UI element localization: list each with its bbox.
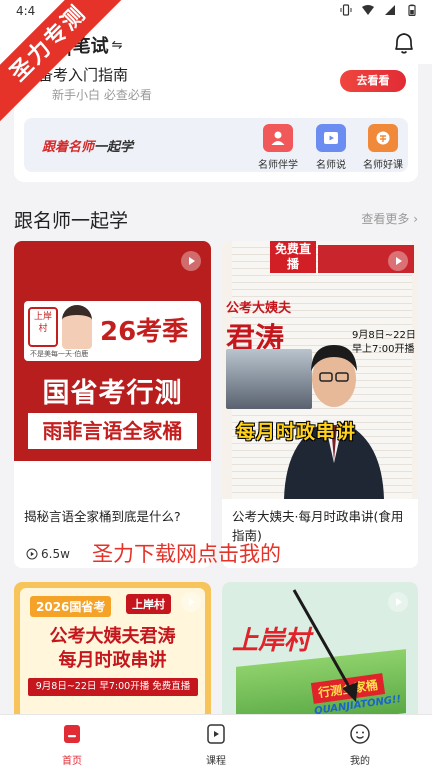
video-card[interactable]: 2026国省考 上岸村 公考大姨夫君涛 每月时政串讲 9月8日~22日 早7:0… [14,582,211,722]
battery-icon [408,4,416,16]
nav-mine[interactable]: 我的 [330,723,390,767]
nav-course[interactable]: 课程 [186,723,246,767]
nav-home[interactable]: 首页 [42,723,102,767]
thumb-line-1: 公考大姨夫君涛 [49,626,176,647]
course-icon [368,124,398,152]
teacher-photo [284,345,384,499]
person-icon [263,124,293,152]
course-book-icon [207,724,225,744]
thumb-main-title: 国省考行测 [42,378,183,409]
teacher-companion-entry[interactable]: 名师伴学 [250,124,306,171]
play-icon [181,251,201,271]
video-title: 揭秘言语全家桶到底是什么? [24,509,181,524]
view-count-value: 6.5w [41,547,70,561]
nav-course-label: 课程 [206,756,226,767]
video-thumbnail: 免费直播 公考大姨夫 君涛 9月8日~22日 早上7:00开播 每月时政串讲 [222,241,418,499]
play-icon [388,251,408,271]
go-look-button[interactable]: 去看看 [340,70,406,92]
wifi-icon [362,5,374,15]
view-count: 6.5w [26,547,70,561]
thumb-banner: 每月时政串讲 [236,421,357,443]
thumb-slogan: 不是美每一天·伯鹿 [30,350,89,358]
watermark-overlay-text: 圣力下载网点击我的 [92,542,281,566]
thumb-schedule: 9月8日~22日 早7:00开播 免费直播 [28,678,198,696]
video-card[interactable]: 上岸村 26考季 不是美每一天·伯鹿 国省考行测 雨菲言语全家桶 揭秘言语全家桶… [14,241,211,568]
play-icon [181,592,201,612]
watermark-arrow-icon [292,589,358,702]
teacher-course-entry[interactable]: 名师好课 [355,124,411,171]
profile-face-icon [350,724,370,744]
section-title: 跟名师一起学 [14,210,129,232]
nav-home-label: 首页 [62,756,82,767]
teacher-companion-label: 名师伴学 [258,160,298,171]
view-more-link[interactable]: 查看更多 › [361,210,418,227]
brand-badge: 上岸村 [28,307,58,347]
play-icon [388,592,408,612]
notification-bell-icon[interactable] [392,30,416,56]
thumb-season: 26考季 [100,317,189,347]
play-icon [316,124,346,152]
video-card[interactable]: 免费直播 公考大姨夫 君涛 9月8日~22日 早上7:00开播 每月时政串讲 公… [222,241,418,568]
status-icons [340,4,418,16]
watermark-ribbon-text: 圣力专测 [0,0,130,126]
home-icon [64,725,80,743]
thumb-line-2: 每月时政串讲 [58,650,167,671]
signal-icon [385,5,395,15]
thumb-sub-title: 雨菲言语全家桶 [28,413,197,449]
free-live-badge: 免费直播 [270,241,316,273]
teacher-portrait [62,305,92,349]
thumb-year-tag: 2026国省考 [30,596,112,617]
bottom-nav: 首页 课程 我的 [0,714,432,768]
teacher-says-entry[interactable]: 名师说 [303,124,359,171]
video-thumbnail: 2026国省考 上岸村 公考大姨夫君涛 每月时政串讲 9月8日~22日 早7:0… [14,582,211,722]
video-thumbnail: 上岸村 26考季 不是美每一天·伯鹿 国省考行测 雨菲言语全家桶 [14,241,211,499]
teacher-course-label: 名师好课 [363,160,403,171]
teacher-slogan: 跟着名师一起学 [42,140,134,155]
vibrate-icon [340,4,352,16]
watermark-ribbon: 圣力专测 [0,0,130,130]
nav-mine-label: 我的 [350,756,370,767]
brand-badge: 上岸村 [126,594,171,614]
teacher-says-label: 名师说 [316,160,346,171]
play-count-icon [26,548,38,560]
